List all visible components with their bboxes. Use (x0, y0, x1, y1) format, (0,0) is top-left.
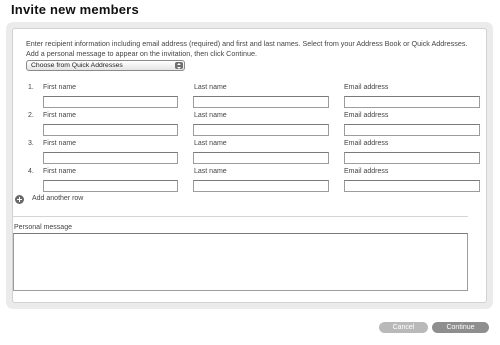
email-input[interactable] (344, 152, 480, 164)
last-name-input[interactable] (193, 152, 329, 164)
row-number: 1. (28, 84, 34, 91)
personal-message-textarea[interactable] (13, 233, 468, 291)
add-another-row-label: Add another row (32, 195, 84, 202)
first-name-input[interactable] (43, 124, 178, 136)
plus-circle-icon (15, 195, 24, 204)
last-name-input[interactable] (193, 124, 329, 136)
row-number: 3. (28, 140, 34, 147)
email-input[interactable] (344, 124, 480, 136)
email-input[interactable] (344, 96, 480, 108)
last-name-label: Last name (194, 168, 227, 175)
quick-addresses-select[interactable]: Choose from Quick Addresses (26, 60, 185, 71)
last-name-input[interactable] (193, 180, 329, 192)
add-another-row-button[interactable]: Add another row (15, 194, 95, 206)
email-label: Email address (344, 84, 389, 91)
section-divider (13, 216, 468, 217)
page-title: Invite new members (11, 2, 139, 17)
email-label: Email address (344, 112, 389, 119)
first-name-label: First name (43, 168, 77, 175)
first-name-label: First name (43, 84, 77, 91)
first-name-input[interactable] (43, 180, 178, 192)
quick-addresses-select-value: Choose from Quick Addresses (31, 62, 123, 69)
row-number: 4. (28, 168, 34, 175)
updown-arrows-icon (175, 62, 183, 69)
row-number: 2. (28, 112, 34, 119)
email-input[interactable] (344, 180, 480, 192)
last-name-label: Last name (194, 84, 227, 91)
first-name-input[interactable] (43, 96, 178, 108)
cancel-button[interactable]: Cancel (379, 322, 428, 333)
last-name-label: Last name (194, 140, 227, 147)
instructions-text: Enter recipient information including em… (26, 39, 468, 59)
last-name-input[interactable] (193, 96, 329, 108)
last-name-label: Last name (194, 112, 227, 119)
continue-button[interactable]: Continue (432, 322, 489, 333)
email-label: Email address (344, 168, 389, 175)
first-name-label: First name (43, 112, 77, 119)
email-label: Email address (344, 140, 389, 147)
first-name-input[interactable] (43, 152, 178, 164)
personal-message-label: Personal message (14, 224, 72, 231)
first-name-label: First name (43, 140, 77, 147)
